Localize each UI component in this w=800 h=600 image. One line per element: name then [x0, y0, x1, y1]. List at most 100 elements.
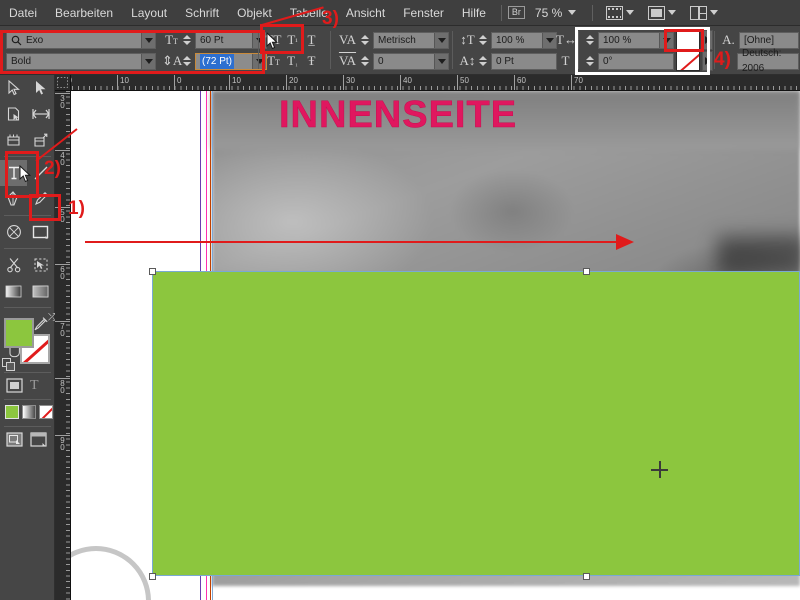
font-style-dropdown[interactable] [141, 53, 155, 69]
fill-swatch-menu-button[interactable] [702, 30, 713, 50]
leading-field[interactable]: (72 Pt) [195, 52, 267, 70]
baseline-shift-icon: A↕ [459, 53, 476, 68]
apply-color-button[interactable] [5, 405, 19, 419]
selection-handle-bm[interactable] [583, 573, 590, 580]
vertical-scale-icon: ↕T [460, 32, 475, 47]
ruler-origin-corner[interactable] [55, 75, 71, 91]
skew-field[interactable]: 0° [598, 52, 674, 70]
selection-handle-tm[interactable] [583, 268, 590, 275]
toolbox-divider-6 [4, 399, 51, 400]
toolbox-divider [4, 156, 51, 157]
free-transform-tool[interactable] [27, 252, 54, 278]
leading-icon: ⇕A [162, 53, 183, 68]
apply-none-button[interactable] [39, 405, 53, 419]
hruler-label: 50 [460, 76, 469, 85]
bridge-icon[interactable]: Br [507, 6, 525, 19]
toolbox-divider-5 [4, 372, 51, 373]
annotation-number-2: 2) [44, 158, 61, 179]
gradient-swatch-tool[interactable] [0, 278, 27, 304]
font-style-field[interactable]: Bold [6, 52, 156, 70]
apply-gradient-button[interactable] [22, 405, 36, 419]
underline-button[interactable]: T̲ [302, 32, 321, 48]
direct-selection-tool[interactable] [27, 75, 54, 101]
document-canvas[interactable]: INNENSEITE [71, 91, 800, 600]
tint-stepper[interactable] [584, 32, 595, 49]
gap-tool[interactable] [27, 101, 54, 127]
font-style-value: Bold [11, 55, 32, 67]
tracking-stepper[interactable] [359, 53, 370, 70]
zoom-level-control[interactable]: 75 % [525, 6, 586, 20]
headline-text[interactable]: INNENSEITE [279, 94, 517, 137]
superscript-button[interactable]: T¹ [283, 32, 302, 48]
tint-dropdown[interactable] [659, 32, 673, 48]
horizontal-ruler[interactable]: 20 10 0 10 20 30 40 50 60 70 [55, 75, 800, 91]
leading-stepper[interactable] [181, 53, 192, 70]
filmstrip-icon [606, 5, 624, 20]
kerning-stepper[interactable] [359, 32, 370, 49]
workspace-switcher-button[interactable] [683, 5, 725, 20]
kerning-dropdown[interactable] [434, 32, 448, 48]
vertical-scale-stepper[interactable] [477, 32, 488, 49]
font-size-field[interactable]: 60 Pt [195, 31, 267, 49]
menu-bar: Datei Bearbeiten Layout Schrift Objekt T… [0, 0, 800, 26]
mouse-cursor-tool [19, 164, 32, 184]
stroke-swatch[interactable] [676, 51, 700, 71]
font-size-stepper[interactable] [181, 32, 192, 49]
font-family-field[interactable]: Exo [6, 31, 156, 49]
green-rectangle-object[interactable] [152, 271, 800, 576]
annotation-number-1: 1) [68, 198, 85, 219]
baseline-shift-stepper[interactable] [477, 53, 488, 70]
default-fill-stroke-icon[interactable] [2, 358, 16, 372]
pen-tool[interactable] [0, 186, 27, 212]
toolbox-divider-4 [4, 307, 51, 308]
menu-item-hilfe[interactable]: Hilfe [453, 0, 495, 26]
menu-item-datei[interactable]: Datei [0, 0, 46, 26]
fill-stroke-color-control: ⤮ [2, 312, 56, 371]
menu-item-layout[interactable]: Layout [122, 0, 176, 26]
strikethrough-button[interactable]: Ŧ [302, 53, 321, 69]
tracking-field[interactable]: 0 [373, 52, 449, 70]
fill-color-box[interactable] [4, 318, 34, 348]
subscript-button[interactable]: T₁ [283, 53, 302, 69]
hruler-label: 20 [289, 76, 298, 85]
menu-item-schrift[interactable]: Schrift [176, 0, 228, 26]
menu-item-ansicht[interactable]: Ansicht [337, 0, 394, 26]
toolbox-divider-3 [4, 248, 51, 249]
selection-tool[interactable] [0, 75, 27, 101]
leading-value: (72 Pt) [200, 53, 235, 69]
format-container-button[interactable] [6, 378, 23, 396]
tint-field[interactable]: 100 % [598, 31, 674, 49]
page-tool[interactable] [0, 101, 27, 127]
font-family-dropdown[interactable] [141, 32, 155, 48]
frame-tool[interactable] [0, 219, 27, 245]
hruler-label: 40 [403, 76, 412, 85]
fill-swatch[interactable] [676, 30, 700, 50]
apply-color-group [5, 405, 53, 419]
preview-mode-button[interactable] [30, 432, 47, 450]
normal-view-mode-button[interactable] [6, 432, 23, 450]
rectangle-tool[interactable] [27, 219, 54, 245]
menu-item-fenster[interactable]: Fenster [394, 0, 453, 26]
selection-handle-tl[interactable] [149, 268, 156, 275]
format-text-button[interactable]: T [30, 378, 39, 396]
vertical-scale-dropdown[interactable] [542, 32, 556, 48]
menu-item-bearbeiten[interactable]: Bearbeiten [46, 0, 122, 26]
filmstrip-view-button[interactable] [599, 5, 641, 20]
character-style-icon: A. [722, 32, 735, 47]
scissors-tool[interactable] [0, 252, 27, 278]
skew-stepper[interactable] [584, 53, 595, 70]
language-field[interactable]: Deutsch: 2006 [737, 48, 799, 74]
tracking-dropdown[interactable] [434, 53, 448, 69]
gradient-feather-tool[interactable] [27, 278, 54, 304]
pencil-tool[interactable] [27, 186, 54, 212]
horizontal-scale-icon: T↔ [556, 32, 577, 47]
content-collector-tool[interactable] [0, 127, 27, 153]
kerning-field[interactable]: Metrisch [373, 31, 449, 49]
hruler-label: 30 [346, 76, 355, 85]
vertical-scale-field[interactable]: 100 % [491, 31, 557, 49]
baseline-shift-field[interactable]: 0 Pt [491, 52, 557, 70]
small-caps-button[interactable]: TT [264, 53, 283, 69]
selection-handle-bl[interactable] [149, 573, 156, 580]
stroke-swatch-menu-button[interactable] [702, 51, 713, 71]
screen-mode-button[interactable] [641, 5, 683, 20]
